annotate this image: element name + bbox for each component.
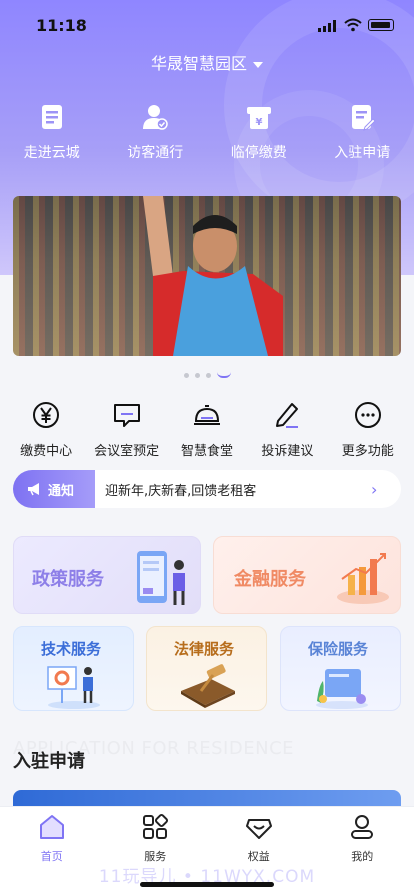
quick-action-label: 走进云城 xyxy=(23,145,80,161)
yen-icon xyxy=(33,402,60,428)
home-icon xyxy=(39,815,64,839)
notice-bar[interactable]: 通知 迎新年,庆新春,回馈老租客 › xyxy=(13,470,401,508)
service-label: 会议室预定 xyxy=(94,444,160,459)
home-indicator xyxy=(140,882,274,887)
carousel-dot-active[interactable] xyxy=(216,372,231,378)
service-canteen[interactable]: 智慧食堂 xyxy=(168,398,246,459)
card-title: 保险服务 xyxy=(308,640,369,658)
carousel-indicator xyxy=(0,372,414,378)
park-name: 华晟智慧园区 xyxy=(150,54,247,73)
card-title: 技术服务 xyxy=(41,640,102,658)
finance-chart-illustration xyxy=(337,553,389,604)
tech-service-card[interactable]: 技术服务 xyxy=(13,626,134,711)
carousel-dot[interactable] xyxy=(205,372,211,378)
tab-profile[interactable]: 我的 xyxy=(322,813,402,896)
caret-down-icon xyxy=(253,61,263,68)
service-label: 更多功能 xyxy=(341,444,394,459)
quick-action-visitor[interactable]: 访客通行 xyxy=(110,102,200,162)
status-time: 11:18 xyxy=(36,16,87,35)
tab-label: 首页 xyxy=(40,850,63,863)
quick-action-label: 入驻申请 xyxy=(334,145,391,161)
insurance-card-illustration xyxy=(316,669,368,709)
visitor-icon xyxy=(143,105,168,130)
carousel-dot[interactable] xyxy=(183,372,189,378)
legal-service-card[interactable]: 法律服务 xyxy=(146,626,267,711)
service-meeting-room[interactable]: 会议室预定 xyxy=(88,398,166,459)
quick-actions: 走进云城 访客通行 ¥ 临停缴费 入驻申请 xyxy=(0,102,414,162)
tab-label: 服务 xyxy=(144,850,167,863)
card-title: 政策服务 xyxy=(32,569,104,590)
service-complaint[interactable]: 投诉建议 xyxy=(248,398,326,459)
profile-icon xyxy=(351,815,374,839)
policy-service-card[interactable]: 政策服务 xyxy=(13,536,201,614)
park-selector[interactable]: 华晟智慧园区 xyxy=(0,50,414,74)
banner-athlete-photo xyxy=(143,196,283,356)
dining-bell-icon xyxy=(193,405,220,425)
tab-label: 权益 xyxy=(247,850,270,863)
tech-presentation-illustration xyxy=(47,666,100,709)
card-title: 金融服务 xyxy=(234,569,306,590)
notice-text: 迎新年,庆新春,回馈老租客 xyxy=(105,483,257,499)
status-bar: 11:18 xyxy=(0,0,414,48)
megaphone-icon xyxy=(28,483,39,496)
meeting-room-icon xyxy=(113,404,140,427)
pencil-icon xyxy=(276,403,299,428)
quick-action-parking[interactable]: ¥ 临停缴费 xyxy=(214,102,304,162)
quick-action-about[interactable]: 走进云城 xyxy=(7,102,97,162)
policy-illustration xyxy=(137,551,185,605)
carousel-dot[interactable] xyxy=(194,372,200,378)
quick-action-apply[interactable]: 入驻申请 xyxy=(317,102,407,162)
service-label: 投诉建议 xyxy=(261,444,314,459)
parking-fee-icon: ¥ xyxy=(246,107,271,129)
document-icon xyxy=(41,105,62,129)
insurance-service-card[interactable]: 保险服务 xyxy=(280,626,401,711)
apply-icon xyxy=(352,105,376,131)
service-payment-center[interactable]: 缴费中心 xyxy=(7,398,85,459)
wifi-icon xyxy=(344,18,362,32)
service-label: 智慧食堂 xyxy=(180,444,233,459)
card-title: 法律服务 xyxy=(174,640,235,658)
section-title: 入驻申请 xyxy=(13,751,85,772)
tab-home[interactable]: 首页 xyxy=(12,813,92,896)
quick-action-label: 临停缴费 xyxy=(230,145,287,161)
legal-gavel-illustration xyxy=(181,664,235,708)
banner-carousel[interactable] xyxy=(13,196,401,356)
service-shortcuts: 缴费中心 会议室预定 智慧食堂 投诉建议 更多功能 xyxy=(0,398,414,459)
cellular-signal-icon xyxy=(318,20,336,32)
service-label: 缴费中心 xyxy=(20,444,73,459)
battery-icon xyxy=(368,19,394,31)
finance-service-card[interactable]: 金融服务 xyxy=(213,536,401,614)
chevron-right-icon: › xyxy=(371,479,378,499)
benefits-icon xyxy=(245,819,272,839)
notice-tag-label: 通知 xyxy=(48,483,75,499)
services-grid-icon xyxy=(143,813,169,839)
quick-action-label: 访客通行 xyxy=(127,145,184,161)
notice-tag: 通知 xyxy=(13,470,95,508)
svg-text:¥: ¥ xyxy=(255,117,262,128)
more-icon xyxy=(354,402,381,428)
tab-label: 我的 xyxy=(351,850,374,863)
service-more[interactable]: 更多功能 xyxy=(329,398,407,459)
